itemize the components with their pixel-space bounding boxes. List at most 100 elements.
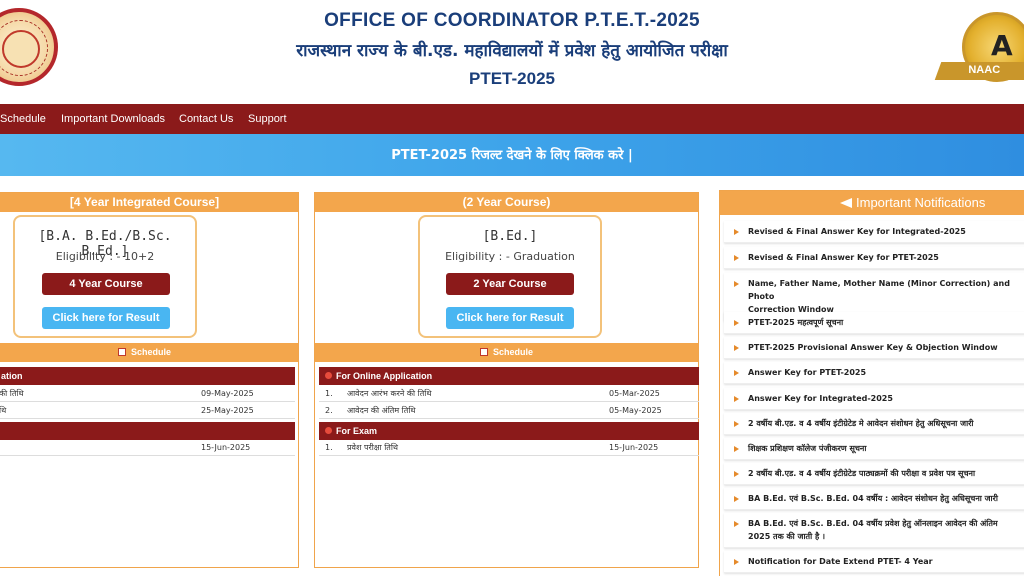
arrow-icon <box>734 421 739 427</box>
notification-item[interactable]: Notification for Date Extend PTET- 4 Yea… <box>724 551 1024 573</box>
course-info-box: [B.A. B.Ed./B.Sc. B.Ed.] Eligibility : -… <box>13 215 197 338</box>
two-year-course-button[interactable]: 2 Year Course <box>446 273 574 295</box>
pin-icon <box>325 427 332 434</box>
schedule-section-exam <box>0 422 295 440</box>
notification-item[interactable]: 2 वर्षीय बी.एड. व 4 वर्षीय इंटीग्रेटेड म… <box>724 413 1024 435</box>
row-number: 1. <box>325 389 333 398</box>
notification-text[interactable]: BA B.Ed. एवं B.Sc. B.Ed. 04 वर्षीय : आवे… <box>748 494 998 503</box>
course-card-header: (2 Year Course) <box>315 193 698 212</box>
schedule-label: Schedule <box>492 347 533 357</box>
notification-text[interactable]: 2025 तक की जाती है । <box>748 532 825 541</box>
schedule-section-exam: For Exam <box>319 422 699 440</box>
arrow-icon <box>734 396 739 402</box>
notification-item[interactable]: Answer Key for PTET-2025 <box>724 362 1024 384</box>
row-label: की तिथि <box>0 389 24 398</box>
course-card-integrated: [4 Year Integrated Course] [B.A. B.Ed./B… <box>0 192 299 568</box>
arrow-icon <box>734 559 739 565</box>
schedule-bar: Schedule <box>0 343 298 362</box>
row-date: 09-May-2025 <box>201 389 254 398</box>
notification-text[interactable]: Answer Key for PTET-2025 <box>748 368 866 377</box>
site-header: OFFICE OF COORDINATOR P.T.E.T.-2025 राजस… <box>0 0 1024 104</box>
nav-important-downloads[interactable]: Important Downloads <box>61 104 165 134</box>
naac-label: NAAC <box>968 64 1001 76</box>
pin-icon <box>325 372 332 379</box>
notification-text[interactable]: 2 वर्षीय बी.एड. व 4 वर्षीय इंटीग्रेटेड म… <box>748 419 974 428</box>
notification-item[interactable]: Revised & Final Answer Key for PTET-2025 <box>724 247 1024 269</box>
table-row: की तिथि 09-May-2025 <box>0 386 295 402</box>
result-banner-text[interactable]: PTET-2025 रिजल्ट देखने के लिए क्लिक करे … <box>0 145 1024 163</box>
course-eligibility: Eligibility : - 10+2 <box>55 250 155 263</box>
arrow-icon <box>734 446 739 452</box>
calendar-icon <box>479 348 488 356</box>
row-date: 05-May-2025 <box>609 406 662 415</box>
notifications-title: Important Notifications <box>856 195 986 210</box>
course-card-bed: (2 Year Course) [B.Ed.] Eligibility : - … <box>314 192 699 568</box>
row-date: 05-Mar-2025 <box>609 389 660 398</box>
arrow-icon <box>734 255 739 261</box>
row-label: आवेदन की अंतिम तिथि <box>347 406 416 415</box>
notification-item[interactable]: PTET-2025 Provisional Answer Key & Objec… <box>724 337 1024 359</box>
notification-text[interactable]: 2 वर्षीय बी.एड. व 4 वर्षीय इंटीग्रेटेड प… <box>748 469 975 478</box>
notification-item[interactable]: PTET-2025 महत्वपूर्ण सूचना <box>724 312 1024 334</box>
notification-text[interactable]: PTET-2025 महत्वपूर्ण सूचना <box>748 318 843 327</box>
notification-item[interactable]: शिक्षक प्रशिक्षण कॉलेज पंजीकरण सूचना <box>724 438 1024 460</box>
table-row: 1. प्रवेश परीक्षा तिथि 15-Jun-2025 <box>319 440 699 456</box>
nav-schedule[interactable]: Schedule <box>0 104 46 134</box>
schedule-section-application: For Online Application <box>319 367 699 385</box>
section-title: ation <box>1 371 23 381</box>
nav-contact-us[interactable]: Contact Us <box>179 104 233 134</box>
page-title-hindi: राजस्थान राज्य के बी.एड. महाविद्यालयों म… <box>296 41 728 61</box>
arrow-icon <box>734 471 739 477</box>
notifications-panel: Important Notifications Revised & Final … <box>719 190 1024 576</box>
row-date: 15-Jun-2025 <box>609 443 659 452</box>
notification-item[interactable]: BA B.Ed. एवं B.Sc. B.Ed. 04 वर्षीय : आवे… <box>724 488 1024 510</box>
schedule-bar: Schedule <box>315 343 698 362</box>
course-name: [B.Ed.] <box>482 229 538 244</box>
four-year-course-button[interactable]: 4 Year Course <box>42 273 170 295</box>
table-row: 15-Jun-2025 <box>0 440 295 456</box>
arrow-icon <box>734 370 739 376</box>
notification-text[interactable]: शिक्षक प्रशिक्षण कॉलेज पंजीकरण सूचना <box>748 444 866 453</box>
notification-item[interactable]: Answer Key for Integrated-2025 <box>724 388 1024 410</box>
notification-item[interactable]: Revised & Final Answer Key for Integrate… <box>724 221 1024 243</box>
course-eligibility: Eligibility : - Graduation <box>445 250 575 263</box>
naac-ribbon: NAAC <box>934 62 1024 80</box>
page-subtitle: PTET-2025 <box>469 69 555 88</box>
arrow-icon <box>734 521 739 527</box>
row-date: 25-May-2025 <box>201 406 254 415</box>
arrow-icon <box>734 496 739 502</box>
table-row: थि 25-May-2025 <box>0 403 295 419</box>
notification-text[interactable]: Name, Father Name, Mother Name (Minor Co… <box>748 279 1010 301</box>
course-card-header: [4 Year Integrated Course] <box>0 193 298 212</box>
main-nav: Schedule Important Downloads Contact Us … <box>0 104 1024 134</box>
row-number: 1. <box>325 443 333 452</box>
notification-item[interactable]: BA B.Ed. एवं B.Sc. B.Ed. 04 वर्षीय प्रवे… <box>724 513 1024 548</box>
notification-text[interactable]: Notification for Date Extend PTET- 4 Yea… <box>748 557 933 566</box>
arrow-icon <box>734 345 739 351</box>
section-title: For Online Application <box>336 371 433 381</box>
notification-text[interactable]: PTET-2025 Provisional Answer Key & Objec… <box>748 343 998 352</box>
result-button-integrated[interactable]: Click here for Result <box>42 307 170 329</box>
row-number: 2. <box>325 406 333 415</box>
nav-support[interactable]: Support <box>248 104 287 134</box>
notification-item[interactable]: 2 वर्षीय बी.एड. व 4 वर्षीय इंटीग्रेटेड प… <box>724 463 1024 485</box>
schedule-section-application: ation <box>0 367 295 385</box>
page-title: OFFICE OF COORDINATOR P.T.E.T.-2025 <box>324 10 700 31</box>
notification-text[interactable]: Answer Key for Integrated-2025 <box>748 394 893 403</box>
course-info-box: [B.Ed.] Eligibility : - Graduation 2 Yea… <box>418 215 602 338</box>
result-banner[interactable]: PTET-2025 रिजल्ट देखने के लिए क्लिक करे … <box>0 134 1024 176</box>
arrow-icon <box>734 320 739 326</box>
naac-grade: A <box>991 29 1013 62</box>
section-title: For Exam <box>336 426 378 436</box>
row-label: प्रवेश परीक्षा तिथि <box>347 443 399 452</box>
megaphone-icon <box>840 198 852 208</box>
arrow-icon <box>734 229 739 235</box>
result-button-bed[interactable]: Click here for Result <box>446 307 574 329</box>
schedule-label: Schedule <box>130 347 171 357</box>
naac-logo: A NAAC <box>934 10 1024 88</box>
notifications-header: Important Notifications <box>720 191 1024 215</box>
notification-text[interactable]: Revised & Final Answer Key for PTET-2025 <box>748 253 939 262</box>
notification-text[interactable]: Revised & Final Answer Key for Integrate… <box>748 227 966 236</box>
row-label: थि <box>0 406 7 415</box>
notification-text[interactable]: BA B.Ed. एवं B.Sc. B.Ed. 04 वर्षीय प्रवे… <box>748 519 998 528</box>
